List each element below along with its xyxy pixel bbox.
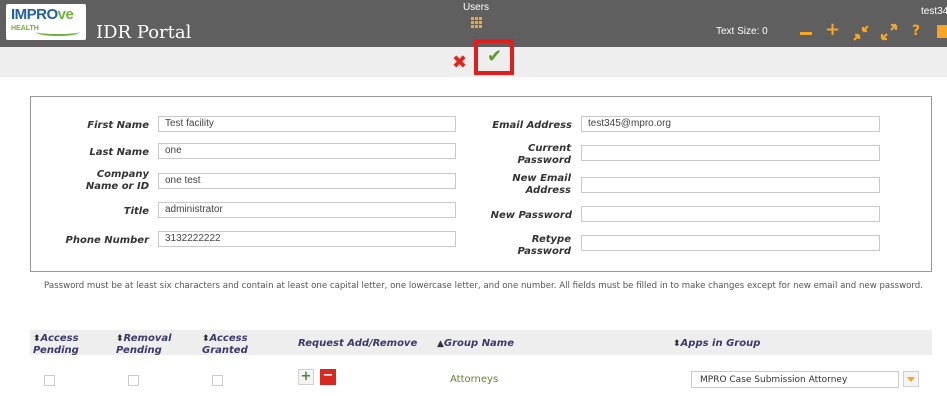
access-pending-checkbox[interactable] <box>44 375 55 386</box>
table-row: + − Attorneys MPRO Case Submission Attor… <box>30 364 932 394</box>
checkmark-icon: ✔ <box>487 46 503 67</box>
current-password-field[interactable] <box>581 145 880 161</box>
group-name: Attorneys <box>450 374 499 385</box>
users-nav[interactable]: Users <box>456 2 496 32</box>
improve-health-logo[interactable]: IMPROve HEALTH <box>6 4 86 40</box>
title-label: Title <box>123 206 149 217</box>
chevron-down-icon[interactable] <box>903 371 919 387</box>
first-name-label: First Name <box>87 120 149 131</box>
user-name[interactable]: test345 <box>921 6 947 17</box>
first-name-field[interactable]: Test facility <box>158 116 456 132</box>
email-label: Email Address <box>492 120 572 131</box>
new-password-label: New Password <box>490 210 572 221</box>
title-field[interactable]: administrator <box>158 202 456 218</box>
current-password-label: Current Password <box>517 143 571 166</box>
company-field[interactable]: one test <box>158 173 456 189</box>
text-size-label: Text Size: 0 <box>716 26 768 37</box>
minus-icon[interactable] <box>800 32 812 35</box>
new-email-field[interactable] <box>581 177 880 193</box>
retype-password-field[interactable] <box>581 235 880 251</box>
sort-icon: ⬍ <box>673 339 681 349</box>
logout-icon[interactable] <box>937 25 947 38</box>
company-label: Company Name or ID <box>85 169 149 192</box>
col-request: Request Add/Remove <box>298 338 418 349</box>
sort-icon: ⬍ <box>116 334 124 344</box>
plus-icon[interactable]: + <box>825 21 840 39</box>
sort-icon: ⬍ <box>202 334 210 344</box>
expand-icon[interactable] <box>880 23 898 41</box>
sort-up-icon: ▲ <box>437 339 444 349</box>
portal-title: IDR Portal <box>96 22 192 43</box>
apps-select[interactable]: MPRO Case Submission Attorney <box>691 371 899 388</box>
retype-password-label: Retype Password <box>517 234 571 257</box>
cancel-button[interactable]: ✖ <box>452 54 467 72</box>
phone-field[interactable]: 3132222222 <box>158 231 456 247</box>
save-button[interactable]: ✔ <box>474 39 514 75</box>
access-granted-checkbox[interactable] <box>212 375 223 386</box>
email-field[interactable]: test345@mpro.org <box>581 116 880 132</box>
last-name-field[interactable]: one <box>158 143 456 159</box>
col-apps-in-group[interactable]: ⬍Apps in Group <box>673 338 760 350</box>
help-icon[interactable]: ? <box>912 23 920 39</box>
col-removal-pending[interactable]: ⬍Removal Pending <box>116 333 180 356</box>
add-button[interactable]: + <box>298 369 314 385</box>
phone-label: Phone Number <box>65 235 149 246</box>
remove-button[interactable]: − <box>320 369 336 385</box>
profile-form: First Name Test facility Last Name one C… <box>30 96 932 272</box>
compress-icon[interactable] <box>852 24 870 42</box>
grid-icon <box>470 17 482 28</box>
col-group-name[interactable]: ▲Group Name <box>437 338 514 350</box>
col-access-granted[interactable]: ⬍Access Granted <box>202 333 262 356</box>
new-email-label: New Email Address <box>512 173 571 196</box>
groups-table-header: ⬍Access Pending ⬍Removal Pending ⬍Access… <box>30 330 932 356</box>
removal-pending-checkbox[interactable] <box>128 375 139 386</box>
password-requirements-note: Password must be at least six characters… <box>44 281 923 291</box>
last-name-label: Last Name <box>89 147 149 158</box>
users-nav-label: Users <box>462 2 490 13</box>
new-password-field[interactable] <box>581 206 880 222</box>
sort-icon: ⬍ <box>33 334 41 344</box>
col-access-pending[interactable]: ⬍Access Pending <box>33 333 93 356</box>
